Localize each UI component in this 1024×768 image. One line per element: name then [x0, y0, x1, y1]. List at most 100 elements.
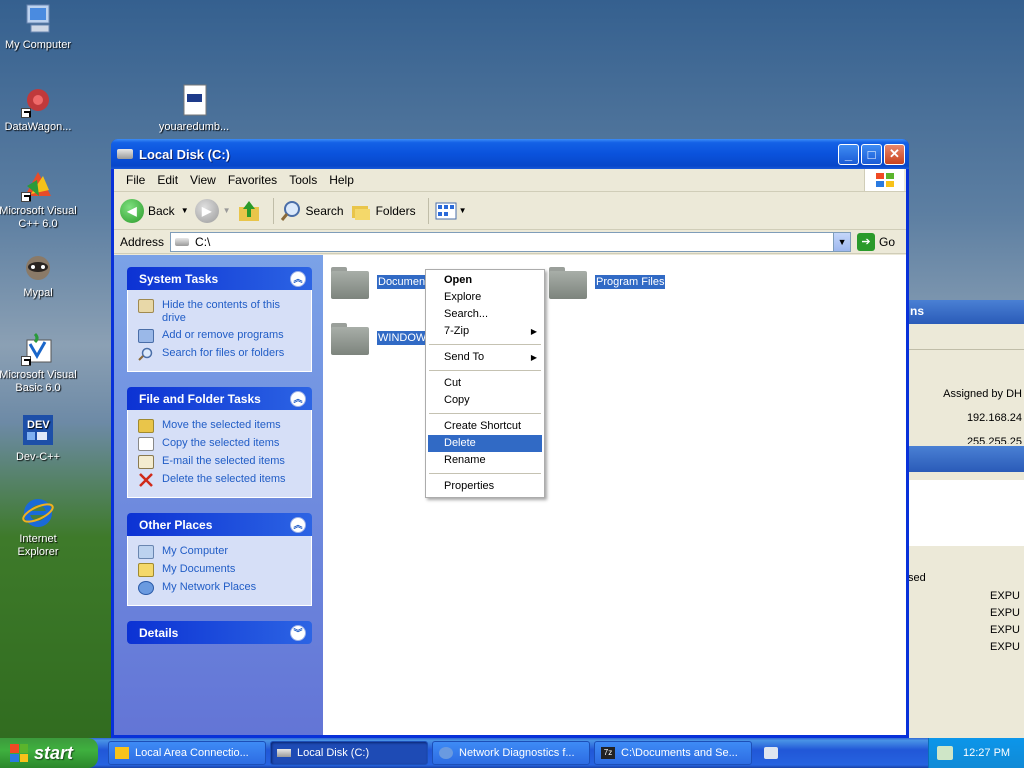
- forward-arrow-icon: ▶: [194, 198, 219, 223]
- menu-edit[interactable]: Edit: [151, 173, 184, 187]
- go-button[interactable]: ➔ Go: [857, 232, 895, 251]
- menu-item-label: Send To: [444, 351, 485, 363]
- desktop-icon-my-computer[interactable]: My Computer: [0, 2, 78, 52]
- desktop-icon-internet-explorer[interactable]: Internet Explorer: [0, 496, 78, 559]
- desktop-icon-youaredumb[interactable]: youaredumb...: [154, 84, 234, 134]
- collapse-chevron-icon[interactable]: ︽: [290, 390, 306, 407]
- menu-item-search[interactable]: Search...: [428, 306, 542, 323]
- desktop-icon-dev-cpp[interactable]: DEV Dev-C++: [0, 414, 78, 464]
- background-window-title: ns: [908, 300, 1024, 324]
- title-bar[interactable]: Local Disk (C:) _ □ ✕: [111, 139, 909, 169]
- task-add-remove-programs[interactable]: Add or remove programs: [138, 329, 305, 343]
- hide-contents-icon: [138, 299, 154, 313]
- background-window-row: EXPU: [990, 590, 1020, 602]
- start-label: start: [34, 742, 74, 763]
- menu-view[interactable]: View: [184, 173, 222, 187]
- context-menu: Open Explore Search... 7-Zip ▶ Send To ▶ C…: [425, 269, 545, 498]
- taskbar-item-local-disk[interactable]: Local Disk (C:): [270, 741, 428, 765]
- collapse-chevron-icon[interactable]: ︽: [290, 270, 306, 287]
- desktop-icon-mypal[interactable]: Mypal: [0, 250, 78, 300]
- place-my-documents[interactable]: My Documents: [138, 563, 305, 577]
- background-window-row: EXPU: [990, 624, 1020, 636]
- task-hide-contents[interactable]: Hide the contents of this drive: [138, 299, 305, 325]
- menu-item-create-shortcut[interactable]: Create Shortcut: [428, 418, 542, 435]
- drive-icon: [277, 749, 291, 757]
- menu-tools[interactable]: Tools: [283, 173, 323, 187]
- document-icon: [177, 84, 211, 118]
- collapse-chevron-icon[interactable]: ︽: [290, 516, 306, 533]
- desktop-icon-visual-cpp[interactable]: Microsoft Visual C++ 6.0: [0, 168, 78, 231]
- folder-documents[interactable]: Documen: [331, 265, 427, 299]
- keyboard-icon[interactable]: [764, 747, 778, 759]
- place-label: My Documents: [162, 563, 236, 575]
- menu-item-send-to[interactable]: Send To ▶: [428, 349, 542, 366]
- submenu-arrow-icon: ▶: [530, 353, 537, 362]
- menu-separator: [429, 413, 541, 414]
- background-window[interactable]: ns Assigned by DH 192.168.24 255.255.25 …: [908, 300, 1024, 740]
- desktop-icon-visual-basic[interactable]: Microsoft Visual Basic 6.0: [0, 332, 78, 395]
- clock[interactable]: 12:27 PM: [963, 747, 1010, 759]
- folder-windows[interactable]: WINDOW: [331, 321, 428, 355]
- system-tasks-header[interactable]: System Tasks ︽: [127, 267, 312, 290]
- task-email-items[interactable]: E-mail the selected items: [138, 455, 305, 469]
- computer-icon: [21, 2, 55, 36]
- place-my-computer[interactable]: My Computer: [138, 545, 305, 559]
- close-button[interactable]: ✕: [884, 143, 905, 165]
- maximize-button[interactable]: □: [861, 143, 882, 165]
- back-dropdown-icon[interactable]: ▼: [181, 206, 189, 215]
- place-my-network-places[interactable]: My Network Places: [138, 581, 305, 595]
- search-button[interactable]: Search: [280, 200, 344, 222]
- menu-item-rename[interactable]: Rename: [428, 452, 542, 469]
- folder-icon: [549, 265, 587, 299]
- address-field[interactable]: C:\ ▼: [170, 231, 852, 252]
- taskbar-item-label: Network Diagnostics f...: [459, 747, 575, 759]
- panel-title: File and Folder Tasks: [139, 391, 261, 406]
- file-folder-tasks-header[interactable]: File and Folder Tasks ︽: [127, 387, 312, 410]
- expand-chevron-icon[interactable]: ︾: [290, 624, 306, 641]
- start-button[interactable]: start: [0, 738, 98, 768]
- forward-dropdown-icon: ▼: [222, 206, 231, 215]
- menu-file[interactable]: File: [120, 173, 151, 187]
- taskbar-item-7zip-documents[interactable]: 7z C:\Documents and Se...: [594, 741, 752, 765]
- menu-item-copy[interactable]: Copy: [428, 392, 542, 409]
- menu-item-explore[interactable]: Explore: [428, 289, 542, 306]
- menu-item-cut[interactable]: Cut: [428, 375, 542, 392]
- taskbar-item-label: Local Disk (C:): [297, 747, 370, 759]
- dev-cpp-icon: DEV: [21, 414, 55, 448]
- menu-separator: [429, 473, 541, 474]
- forward-button[interactable]: ▶ ▼: [194, 198, 231, 223]
- delete-x-icon: [138, 473, 154, 487]
- taskbar-item-local-area-connection[interactable]: Local Area Connectio...: [108, 741, 266, 765]
- details-header[interactable]: Details ︾: [127, 621, 312, 644]
- menu-item-7zip[interactable]: 7-Zip ▶: [428, 323, 542, 340]
- back-button[interactable]: ◀ Back ▼: [120, 198, 189, 223]
- network-tray-icon[interactable]: [937, 746, 953, 760]
- drive-icon: [175, 237, 190, 246]
- menu-item-open[interactable]: Open: [428, 272, 542, 289]
- task-delete-items[interactable]: Delete the selected items: [138, 473, 305, 487]
- menu-favorites[interactable]: Favorites: [222, 173, 283, 187]
- menu-help[interactable]: Help: [323, 173, 360, 187]
- desktop-icon-datawagon[interactable]: DataWagon...: [0, 84, 78, 134]
- address-dropdown-icon[interactable]: ▼: [833, 232, 851, 251]
- desktop-icon-label: youaredumb...: [158, 121, 230, 133]
- up-folder-button[interactable]: [237, 199, 261, 223]
- taskbar-item-network-diagnostics[interactable]: Network Diagnostics f...: [432, 741, 590, 765]
- file-list[interactable]: Documen Program Files WINDOW: [323, 255, 906, 735]
- folders-button[interactable]: Folders: [350, 200, 416, 222]
- minimize-button[interactable]: _: [838, 143, 859, 165]
- computer-icon: [138, 545, 154, 559]
- task-copy-items[interactable]: Copy the selected items: [138, 437, 305, 451]
- background-window-toolbar: [908, 326, 1024, 350]
- task-label: E-mail the selected items: [162, 455, 285, 467]
- menu-item-delete[interactable]: Delete: [428, 435, 542, 452]
- documents-icon: [138, 563, 154, 577]
- panel-title: Details: [139, 625, 179, 640]
- folder-program-files[interactable]: Program Files: [549, 265, 666, 299]
- task-search-files[interactable]: Search for files or folders: [138, 347, 305, 361]
- menu-item-properties[interactable]: Properties: [428, 478, 542, 495]
- views-button[interactable]: ▼: [435, 201, 467, 221]
- other-places-header[interactable]: Other Places ︽: [127, 513, 312, 536]
- desktop-icon-label: Microsoft Visual C++ 6.0: [0, 205, 77, 230]
- task-move-items[interactable]: Move the selected items: [138, 419, 305, 433]
